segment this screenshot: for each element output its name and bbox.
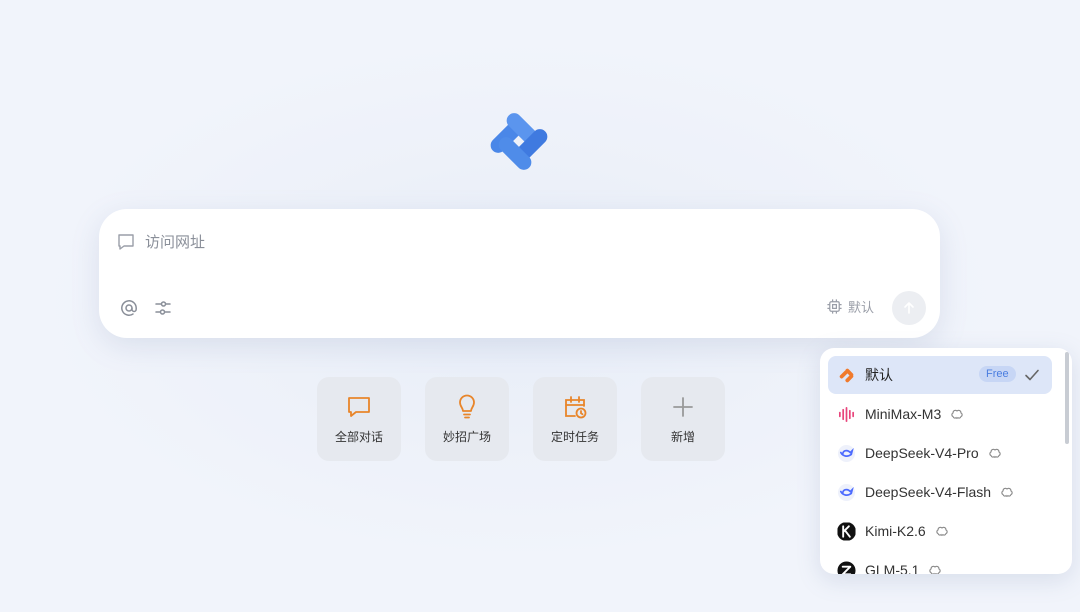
input-placeholder: 访问网址	[145, 234, 206, 251]
shortcut-label: 全部对话	[334, 429, 383, 444]
model-name: GLM-5.1	[865, 562, 920, 574]
model-name: DeepSeek-V4-Pro	[865, 445, 979, 461]
model-option-deepseek-flash[interactable]: DeepSeek-V4-Flash	[828, 473, 1052, 511]
model-option-glm[interactable]: GLM-5.1	[828, 551, 1052, 574]
model-option-minimax[interactable]: MiniMax-M3	[828, 395, 1052, 433]
free-badge: Free	[979, 366, 1016, 382]
model-name: DeepSeek-V4-Flash	[865, 484, 992, 500]
default-logo-icon	[839, 368, 854, 382]
check-icon	[1025, 369, 1039, 381]
chat-bubble-icon	[348, 396, 370, 417]
lightbulb-icon	[459, 394, 475, 418]
shortcut-tips-plaza[interactable]: 妙招广场	[425, 377, 509, 461]
app-logo-icon	[490, 113, 548, 170]
plus-icon	[673, 396, 693, 417]
model-dropdown[interactable]: 默认 Free MiniMax-M3 DeepSeek-V4-Pro DeepS…	[820, 348, 1072, 574]
model-option-kimi[interactable]: Kimi-K2.6	[828, 512, 1052, 550]
reasoning-icon	[988, 448, 1001, 458]
shortcut-scheduled-tasks[interactable]: 定时任务	[533, 377, 617, 461]
settings-sliders-icon[interactable]	[153, 298, 173, 318]
shortcut-label: 定时任务	[550, 429, 599, 444]
shortcut-label: 妙招广场	[442, 429, 491, 444]
shortcut-all-chats[interactable]: 全部对话	[317, 377, 401, 461]
chat-icon	[118, 233, 134, 250]
shortcut-add[interactable]: 新增	[641, 377, 725, 461]
model-selector-label: 默认	[848, 300, 875, 315]
model-option-default[interactable]: 默认 Free	[828, 356, 1052, 394]
minimax-icon	[838, 406, 855, 422]
model-option-deepseek-pro[interactable]: DeepSeek-V4-Pro	[828, 434, 1052, 472]
shortcut-bar: 全部对话 妙招广场 定时任务 新增	[317, 377, 725, 461]
model-name: Kimi-K2.6	[865, 523, 926, 539]
calendar-clock-icon	[565, 395, 587, 418]
kimi-icon	[837, 521, 856, 541]
chat-input-card[interactable]: 访问网址 默认	[99, 209, 940, 338]
reasoning-icon	[929, 565, 942, 574]
arrow-up-icon	[904, 302, 914, 314]
dropdown-scrollbar[interactable]	[1065, 352, 1069, 444]
deepseek-icon	[837, 483, 856, 501]
reasoning-icon	[951, 409, 963, 419]
reasoning-icon	[936, 526, 948, 536]
model-name: 默认	[865, 367, 893, 383]
at-icon[interactable]	[119, 298, 139, 318]
model-name: MiniMax-M3	[865, 406, 942, 422]
reasoning-icon	[1001, 487, 1013, 497]
model-selector[interactable]: 默认	[826, 297, 874, 316]
send-button[interactable]	[892, 291, 926, 325]
chip-icon	[827, 299, 842, 314]
glm-icon	[837, 560, 856, 574]
deepseek-icon	[837, 444, 856, 462]
url-input[interactable]: 访问网址	[116, 231, 205, 252]
shortcut-label: 新增	[670, 429, 695, 444]
